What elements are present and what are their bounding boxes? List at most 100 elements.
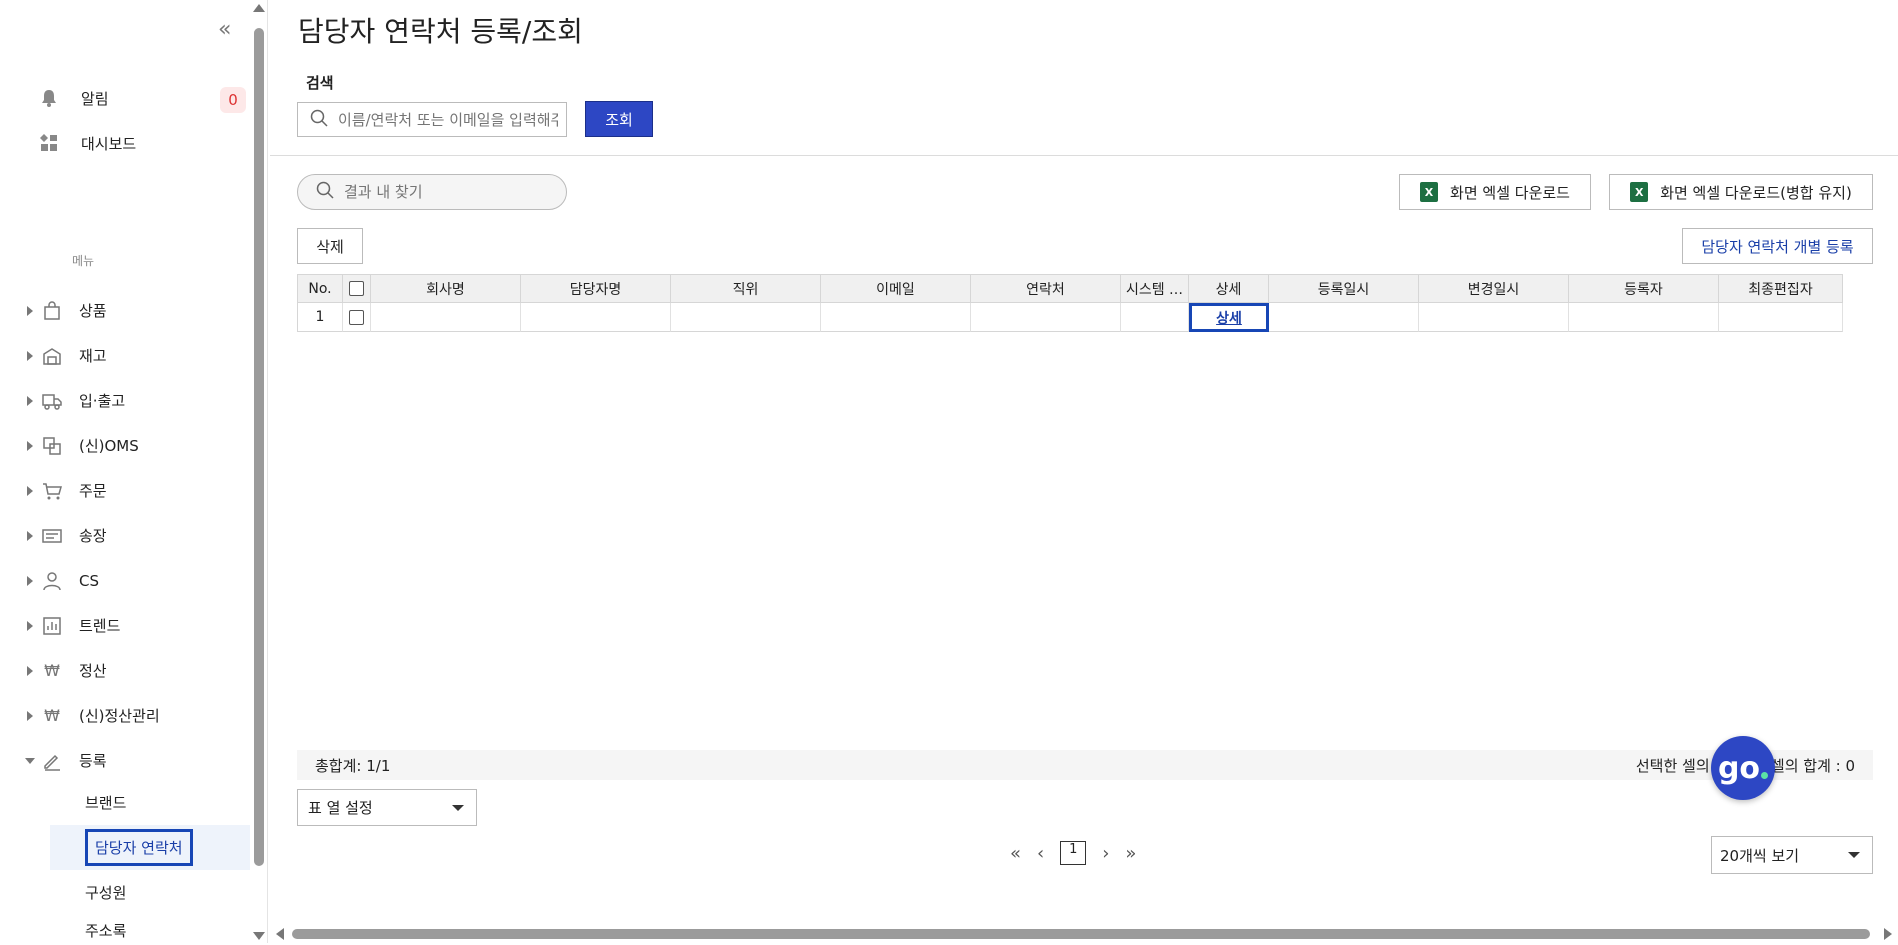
won-icon: ₩ [44, 661, 60, 680]
prev-page-icon[interactable]: ‹ [1037, 843, 1044, 864]
search-icon [316, 181, 334, 203]
column-header-company[interactable]: 회사명 [371, 274, 521, 303]
chevron-down-icon [452, 805, 464, 811]
sidebar-item-orders[interactable]: 주문 [0, 468, 250, 513]
register-submenu: 브랜드 담당자 연락처 구성원 주소록 [0, 780, 250, 945]
column-setting-label: 표 열 설정 [308, 799, 373, 817]
detail-link[interactable]: 상세 [1216, 308, 1242, 328]
result-search-field[interactable] [297, 174, 567, 210]
cell-email [821, 303, 971, 332]
cell-company [371, 303, 521, 332]
scroll-left-icon[interactable] [276, 928, 284, 940]
submenu-label: 구성원 [85, 884, 127, 902]
sidebar-item-label: CS [79, 571, 99, 590]
page-title: 담당자 연락처 등록/조회 [298, 15, 583, 48]
caret-right-icon [27, 710, 33, 721]
result-search-input[interactable] [344, 183, 538, 201]
row-checkbox-cell[interactable] [343, 303, 371, 332]
excel-download-merge-button[interactable]: X 화면 엑셀 다운로드(병합 유지) [1609, 174, 1873, 210]
delete-button[interactable]: 삭제 [297, 228, 363, 264]
sidebar-item-products[interactable]: 상품 [0, 288, 250, 333]
current-page[interactable]: 1 [1060, 841, 1087, 865]
horizontal-scrollbar[interactable] [270, 925, 1898, 941]
scrollbar-thumb[interactable] [292, 929, 1870, 939]
table-row[interactable]: 1 상세 [297, 303, 1873, 332]
sidebar-item-label: 정산 [79, 662, 107, 680]
first-page-icon[interactable]: « [1010, 843, 1021, 864]
column-header-last-editor[interactable]: 최종편집자 [1719, 274, 1843, 303]
column-header-manager[interactable]: 담당자명 [521, 274, 671, 303]
submenu-item-brand[interactable]: 브랜드 [0, 780, 250, 825]
submenu-label: 브랜드 [85, 794, 127, 812]
sidebar-item-invoice[interactable]: 송장 [0, 513, 250, 558]
register-contact-button[interactable]: 담당자 연락처 개별 등록 [1682, 228, 1873, 264]
column-header-phone[interactable]: 연락처 [971, 274, 1121, 303]
last-page-icon[interactable]: » [1125, 843, 1136, 864]
cell-no: 1 [297, 303, 343, 332]
caret-right-icon [27, 665, 33, 676]
sidebar-item-label: (신)정산관리 [79, 707, 160, 725]
sidebar-item-alerts[interactable]: 알림 [38, 84, 109, 112]
sidebar-scrollbar[interactable] [250, 0, 266, 943]
column-header-position[interactable]: 직위 [671, 274, 821, 303]
column-header-system[interactable]: 시스템 … [1121, 274, 1189, 303]
select-all-checkbox[interactable] [349, 281, 364, 296]
sidebar-item-new-settlement[interactable]: ₩ (신)정산관리 [0, 693, 250, 738]
caret-right-icon [27, 395, 33, 406]
row-checkbox[interactable] [349, 309, 364, 325]
double-chevron-left-icon[interactable]: « [218, 19, 240, 42]
submenu-label: 담당자 연락처 [85, 829, 193, 866]
sidebar-item-label: (신)OMS [79, 437, 139, 455]
sidebar-item-cs[interactable]: CS [0, 558, 250, 603]
scroll-right-icon[interactable] [1884, 928, 1892, 940]
sidebar-item-settlement[interactable]: ₩ 정산 [0, 648, 250, 693]
sidebar-item-inventory[interactable]: 재고 [0, 333, 250, 378]
search-field[interactable] [297, 102, 567, 137]
page-size-dropdown[interactable]: 20개씩 보기 [1711, 836, 1873, 874]
query-button[interactable]: 조회 [585, 101, 653, 137]
column-header-detail[interactable]: 상세 [1189, 274, 1269, 303]
dashboard-icon [38, 132, 60, 154]
contacts-table: No. 회사명 담당자명 직위 이메일 연락처 시스템 … 상세 등록일시 변경… [297, 274, 1873, 332]
sidebar-item-register[interactable]: 등록 [0, 738, 250, 783]
truck-icon [42, 391, 62, 411]
sidebar-item-label: 알림 [81, 89, 109, 108]
sidebar-item-label: 입·출고 [79, 392, 126, 410]
next-page-icon[interactable]: › [1102, 843, 1109, 864]
page-size-label: 20개씩 보기 [1720, 846, 1800, 865]
column-header-registered-at[interactable]: 등록일시 [1269, 274, 1419, 303]
cart-icon [42, 481, 62, 501]
chat-launcher-button[interactable]: go [1711, 736, 1775, 800]
sidebar-item-trend[interactable]: 트렌드 [0, 603, 250, 648]
sidebar-item-oms[interactable]: (신)OMS [0, 423, 250, 468]
sidebar-item-dashboard[interactable]: 대시보드 [38, 129, 136, 157]
main-content: 담당자 연락처 등록/조회 검색 조회 X 화면 엑셀 다운로드 X 화면 엑셀… [270, 0, 1898, 943]
cell-position [671, 303, 821, 332]
select-all-checkbox-cell[interactable] [343, 274, 371, 303]
scrollbar-thumb[interactable] [254, 28, 264, 866]
column-setting-dropdown[interactable]: 표 열 설정 [297, 789, 477, 826]
caret-down-icon [25, 757, 35, 764]
column-header-modified-at[interactable]: 변경일시 [1419, 274, 1569, 303]
chat-launcher-label: go [1717, 750, 1761, 786]
excel-download-merge-label: 화면 엑셀 다운로드(병합 유지) [1660, 183, 1852, 202]
submenu-item-address-book[interactable]: 주소록 [0, 915, 250, 945]
warehouse-icon [42, 346, 62, 366]
bell-icon [38, 87, 60, 109]
cell-registered-at [1269, 303, 1419, 332]
submenu-item-contacts[interactable]: 담당자 연락처 [50, 825, 250, 870]
submenu-item-members[interactable]: 구성원 [0, 870, 250, 915]
scroll-down-icon[interactable] [253, 932, 265, 940]
scroll-up-icon[interactable] [253, 4, 265, 12]
excel-download-button[interactable]: X 화면 엑셀 다운로드 [1399, 174, 1591, 210]
menu-list: 상품 재고 입·출고 (신)OMS 주문 송장 CS 트렌드 ₩ 정산 ₩ (신… [0, 288, 250, 783]
caret-right-icon [27, 620, 33, 631]
cell-detail[interactable]: 상세 [1189, 303, 1269, 332]
column-header-email[interactable]: 이메일 [821, 274, 971, 303]
sidebar-item-inout[interactable]: 입·출고 [0, 378, 250, 423]
total-count: 총합계: 1/1 [315, 756, 391, 775]
search-input[interactable] [338, 110, 558, 129]
column-header-no[interactable]: No. [297, 274, 343, 303]
column-header-registrant[interactable]: 등록자 [1569, 274, 1719, 303]
search-label: 검색 [306, 74, 334, 92]
